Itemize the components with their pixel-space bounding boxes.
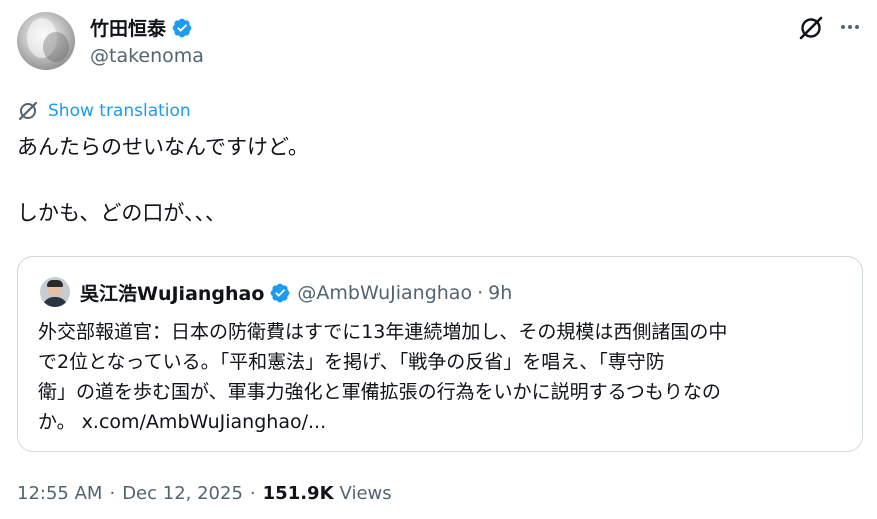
quoted-tweet-text: 外交部報道官：日本の防衛費はすでに13年連続増加し、その規模は西側諸国の中 で2… — [38, 317, 853, 437]
quoted-tweet-card[interactable]: 吳江浩WuJianghao @AmbWuJianghao · 9h 外交部報道官… — [17, 256, 863, 452]
tweet-meta: 12:55 AM · Dec 12, 2025 · 151.9K Views — [17, 483, 392, 504]
quoted-text-line: 衛」の道を歩む国が、軍事力強化と軍備拡張の行為をいかに説明するつもりなの — [38, 381, 721, 403]
show-translation-button[interactable]: Show translation — [17, 100, 191, 122]
quoted-text-line: で2位となっている。「平和憲法」を掲げ、「戦争の反省」を唱え、「専守防 — [38, 351, 665, 373]
verified-badge-icon — [172, 18, 192, 37]
tweet-text: あんたらのせいなんですけど。 しかも、どの口が、、、 — [17, 132, 857, 228]
quoted-author-avatar — [40, 277, 70, 307]
tweet-time[interactable]: 12:55 AM — [17, 483, 102, 504]
translate-icon — [18, 101, 38, 121]
avatar-shadow — [43, 32, 69, 62]
avatar-suit — [42, 297, 68, 307]
author-display-name[interactable]: 竹田恒泰 — [90, 14, 193, 41]
grok-icon[interactable] — [797, 14, 825, 42]
quoted-author-name: 吳江浩WuJianghao — [80, 283, 265, 305]
views-label: Views — [339, 483, 392, 504]
quoted-tweet-link[interactable]: x.com/AmbWuJianghao/... — [82, 411, 326, 433]
views-count: 151.9K — [262, 483, 334, 504]
tweet-text-line: あんたらのせいなんですけど。 — [17, 135, 309, 159]
author-handle[interactable]: @takenoma — [90, 45, 204, 67]
quoted-separator: · — [477, 281, 484, 304]
author-name-text: 竹田恒泰 — [90, 18, 167, 40]
author-avatar[interactable] — [17, 12, 75, 70]
meta-separator: · — [249, 483, 256, 504]
verified-badge-icon — [271, 283, 290, 302]
quoted-timestamp: 9h — [488, 281, 513, 304]
quoted-text-line: か。 x.com/AmbWuJianghao/... — [38, 407, 853, 437]
quoted-tweet-header: 吳江浩WuJianghao @AmbWuJianghao · 9h — [80, 279, 512, 306]
avatar-hair — [47, 280, 63, 287]
show-translation-label: Show translation — [48, 101, 191, 121]
tweet-date[interactable]: Dec 12, 2025 — [122, 483, 243, 504]
quoted-author-handle: @AmbWuJianghao — [297, 281, 473, 304]
quoted-text-line: 外交部報道官：日本の防衛費はすでに13年連続増加し、その規模は西側諸国の中 — [38, 321, 728, 343]
quoted-text-prefix: か。 — [38, 411, 76, 433]
tweet-text-line: しかも、どの口が、、、 — [17, 201, 226, 225]
more-icon[interactable] — [838, 15, 862, 39]
meta-separator: · — [109, 483, 116, 504]
